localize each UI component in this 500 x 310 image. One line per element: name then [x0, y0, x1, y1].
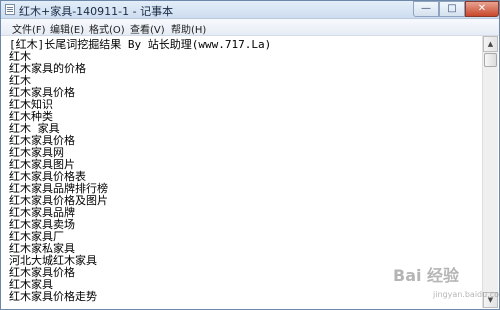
close-button[interactable]: ✕: [465, 1, 499, 17]
window-title: 红木+家具-140911-1 - 记事本: [19, 5, 174, 18]
menu-edit[interactable]: 编辑(E): [47, 20, 87, 37]
menu-view[interactable]: 查看(V): [127, 20, 168, 37]
menu-format[interactable]: 格式(O): [86, 20, 128, 37]
arrow-up-icon[interactable]: ▲: [483, 36, 498, 52]
maximize-button[interactable]: □: [439, 1, 465, 17]
vertical-scrollbar[interactable]: ▲ ▼: [482, 36, 498, 308]
text-line: [红木]长尾词挖掘结果 By 站长助理(www.717.La): [9, 38, 272, 51]
minimize-button[interactable]: —: [413, 1, 439, 17]
notepad-icon[interactable]: [5, 4, 15, 15]
menu-bar: 文件(F) 编辑(E) 格式(O) 查看(V) 帮助(H): [1, 19, 499, 36]
scroll-thumb[interactable]: [484, 53, 497, 67]
menu-file[interactable]: 文件(F): [9, 20, 49, 37]
notepad-window: 红木+家具-140911-1 - 记事本 — □ ✕ 文件(F) 编辑(E) 格…: [0, 0, 500, 310]
arrow-down-icon[interactable]: ▼: [483, 292, 498, 308]
text-editor[interactable]: [红木]长尾词挖掘结果 By 站长助理(www.717.La) 红木 红木家具的…: [3, 36, 481, 308]
menu-help[interactable]: 帮助(H): [168, 20, 209, 37]
title-bar[interactable]: 红木+家具-140911-1 - 记事本 — □ ✕: [1, 1, 499, 19]
text-line: 红木家具价格走势: [9, 290, 97, 303]
